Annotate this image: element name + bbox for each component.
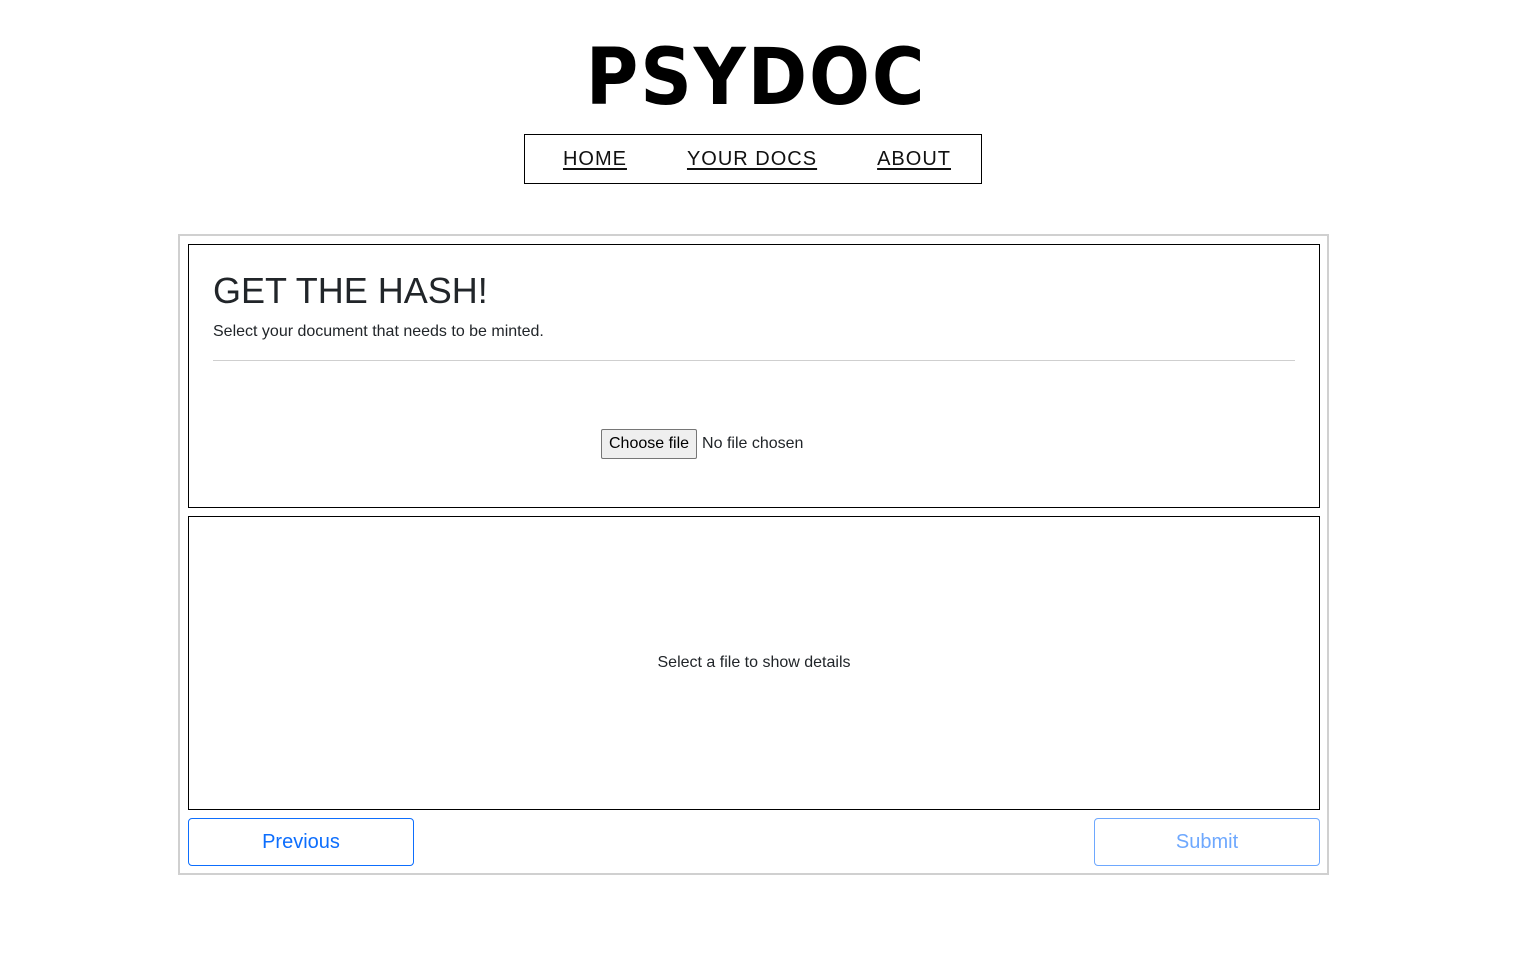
upload-panel: GET THE HASH! Select your document that … bbox=[188, 244, 1320, 508]
nav-link-about[interactable]: ABOUT bbox=[877, 148, 951, 171]
page-title: GET THE HASH! bbox=[213, 270, 488, 311]
file-details-panel: Select a file to show details bbox=[188, 516, 1320, 810]
divider bbox=[213, 360, 1295, 361]
nav-link-home[interactable]: HOME bbox=[563, 148, 627, 171]
submit-button[interactable]: Submit bbox=[1094, 818, 1320, 866]
logo-container: PSYDOC bbox=[0, 33, 1513, 123]
page-subtitle: Select your document that needs to be mi… bbox=[213, 323, 544, 340]
details-empty-message: Select a file to show details bbox=[657, 654, 851, 671]
main-nav: HOME YOUR DOCS ABOUT bbox=[524, 134, 982, 184]
brand-logo: PSYDOC bbox=[586, 33, 927, 123]
previous-button[interactable]: Previous bbox=[188, 818, 414, 866]
file-input[interactable]: Choose file No file chosen bbox=[601, 429, 803, 459]
file-status-text: No file chosen bbox=[702, 435, 804, 452]
nav-link-your-docs[interactable]: YOUR DOCS bbox=[687, 148, 817, 171]
choose-file-button[interactable]: Choose file bbox=[601, 429, 698, 459]
